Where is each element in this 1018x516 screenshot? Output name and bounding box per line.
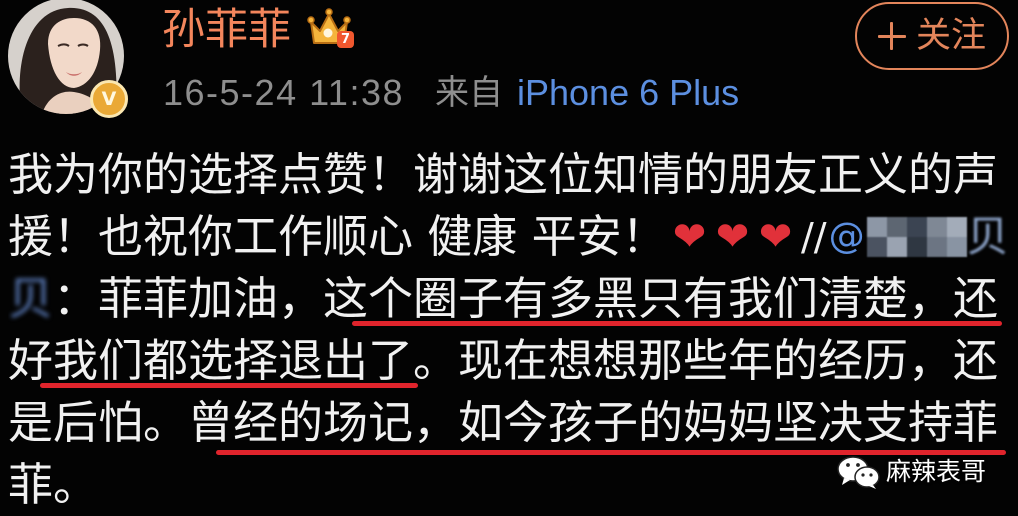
verified-mark: V: [101, 88, 117, 110]
mosaic-cell: [906, 237, 927, 257]
wechat-eye: [856, 463, 860, 467]
post-text: 援！也祝你工作顺心 健康 平安！: [8, 210, 667, 263]
crown-gem: [323, 28, 333, 38]
post-text-line: 我为你的选择点赞！谢谢这位知情的朋友正义的声: [8, 148, 999, 201]
mention-name-tail[interactable]: 贝: [8, 268, 53, 330]
mention-at-sign: @: [828, 216, 865, 257]
post-text-line: 是后怕。曾经的场记，如今孩子的妈妈坚决支持菲: [8, 392, 1013, 454]
watermark-text: 麻辣表哥: [886, 457, 987, 486]
source-prefix: 来自: [435, 73, 503, 113]
username[interactable]: 孙菲菲: [162, 6, 291, 54]
verified-badge-icon: V: [90, 80, 128, 118]
mosaic-cell: [886, 237, 907, 257]
mosaic-cell: [886, 217, 907, 237]
post-text: 。现在想想那些年的经历，还: [413, 334, 999, 387]
weibo-post-screen: V 孙菲菲 7 关注 16-5-24 11:38 来自 iPhone 6 Plu…: [0, 0, 1018, 516]
post-text-line: 援！也祝你工作顺心 健康 平安！ ❤ ❤ ❤ // @ 贝: [8, 206, 1013, 268]
mention-link[interactable]: @ 贝: [827, 206, 1009, 268]
crown-tip-center: [325, 8, 333, 16]
post-timestamp: 16-5-24 11:38: [163, 72, 405, 113]
red-heart-icon: ❤: [758, 214, 793, 260]
wechat-bubble-small: [854, 466, 880, 488]
wechat-eye: [846, 463, 850, 467]
crown-tip-right: [343, 16, 351, 24]
post-text: 是后怕。: [8, 396, 189, 449]
red-underline-annotation: [40, 383, 418, 388]
redacted-name-mosaic: [866, 217, 967, 257]
red-underline-annotation: [352, 321, 1002, 326]
highlighted-text: 曾经的场记，如今孩子的妈妈坚决支持菲: [188, 396, 999, 449]
post-line-tail: ❤ ❤ ❤ // @ 贝: [668, 206, 1009, 268]
repost-separator: //: [801, 215, 827, 259]
post-text: 好: [8, 334, 54, 387]
mosaic-cell: [866, 217, 887, 237]
mosaic-cell: [946, 237, 967, 257]
red-heart-icon: ❤: [672, 214, 707, 260]
mosaic-cell: [926, 217, 947, 237]
mosaic-cell: [866, 237, 887, 257]
wechat-eye: [861, 473, 865, 477]
red-heart-icon: ❤: [715, 214, 750, 260]
mention-name-tail: 贝: [966, 212, 1009, 261]
follow-button[interactable]: 关注: [855, 2, 1009, 70]
highlighted-text: 这个圈子有多黑只有我们清楚，还: [323, 272, 999, 325]
mosaic-cell: [906, 217, 927, 237]
wechat-icon: [837, 456, 880, 489]
post-text: ：菲菲加油，: [53, 272, 324, 325]
mosaic-cell: [926, 237, 947, 257]
crown-tip-left: [307, 16, 315, 24]
highlighted-text: 我们都选择退出了: [53, 334, 414, 387]
wechat-eye: [869, 473, 873, 477]
vip-crown-icon[interactable]: 7: [306, 6, 354, 50]
vip-level-badge: 7: [337, 31, 354, 48]
watermark: 麻辣表哥: [836, 452, 986, 492]
follow-button-label: 关注: [915, 16, 986, 56]
plus-icon: [877, 22, 906, 50]
source-device-link[interactable]: iPhone 6 Plus: [517, 70, 739, 116]
mosaic-cell: [946, 217, 967, 237]
